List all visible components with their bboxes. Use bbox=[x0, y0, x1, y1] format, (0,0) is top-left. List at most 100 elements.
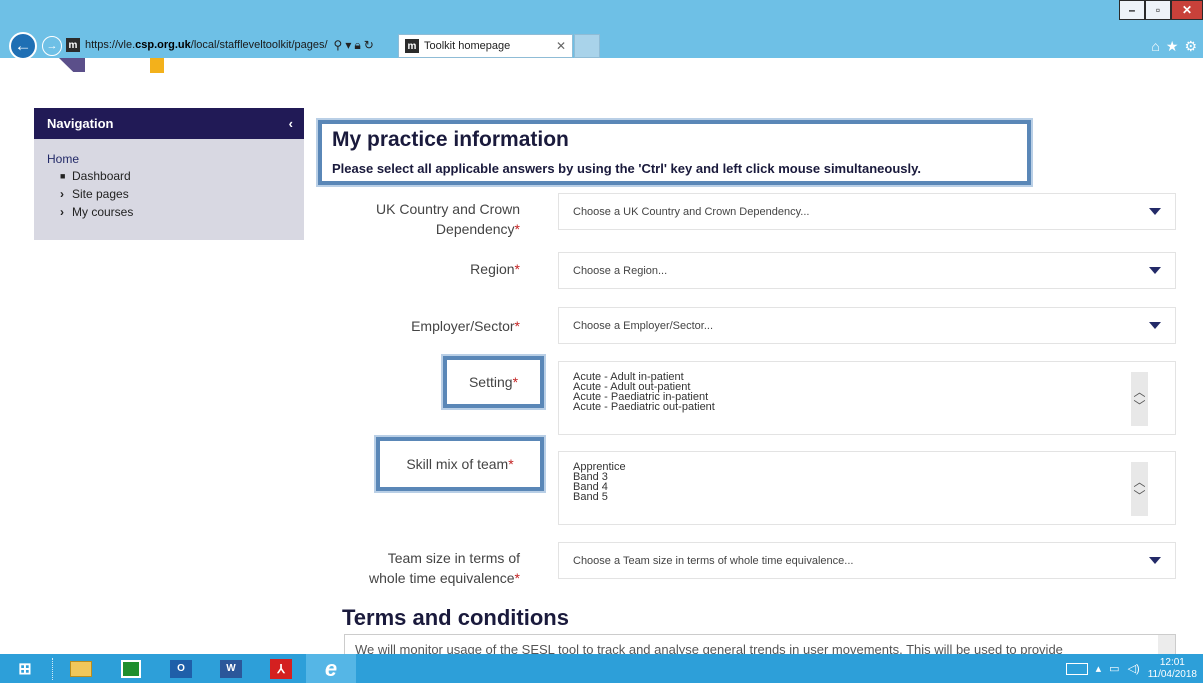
terms-textbox[interactable]: We will monitor usage of the SESL tool t… bbox=[344, 634, 1176, 654]
volume-icon[interactable]: ◁) bbox=[1128, 662, 1140, 675]
practice-info-heading-box: My practice information Please select al… bbox=[318, 120, 1031, 185]
nav-item-site-pages[interactable]: › Site pages bbox=[47, 185, 291, 203]
square-bullet-icon: ■ bbox=[60, 171, 66, 181]
acrobat-icon[interactable]: ⅄ bbox=[256, 654, 306, 683]
region-label-text: Region bbox=[470, 261, 515, 277]
navigation-header: Navigation ‹ bbox=[34, 108, 304, 139]
word-icon[interactable]: W bbox=[206, 654, 256, 683]
site-favicon-icon: m bbox=[66, 38, 80, 52]
region-placeholder: Choose a Region... bbox=[573, 264, 668, 277]
refresh-icon[interactable]: ↻ bbox=[364, 38, 374, 53]
store-icon[interactable] bbox=[106, 654, 156, 683]
instruction-text: Please select all applicable answers by … bbox=[332, 161, 921, 176]
country-label-line1: UK Country and Crown bbox=[376, 201, 520, 217]
chevron-up-icon[interactable]: ︿ bbox=[1133, 386, 1145, 398]
tab-title: Toolkit homepage bbox=[424, 40, 511, 52]
browser-tab[interactable]: m Toolkit homepage ✕ bbox=[398, 34, 573, 58]
team-size-label-line1: Team size in terms of bbox=[387, 550, 520, 566]
nav-home-link[interactable]: Home bbox=[47, 152, 291, 166]
required-marker: * bbox=[514, 261, 520, 277]
collapse-chevron-left-icon[interactable]: ‹ bbox=[289, 116, 293, 131]
region-label: Region* bbox=[330, 259, 520, 279]
keyboard-icon[interactable] bbox=[1065, 662, 1088, 675]
team-size-select[interactable]: Choose a Team size in terms of whole tim… bbox=[558, 542, 1176, 579]
country-label: UK Country and Crown Dependency* bbox=[330, 199, 520, 239]
new-tab-button[interactable] bbox=[574, 34, 600, 58]
back-arrow-icon[interactable]: ← bbox=[9, 32, 37, 60]
system-tray: ▴ ▭ ◁) 12:01 11/04/2018 bbox=[1065, 654, 1197, 683]
restore-icon[interactable]: ▫ bbox=[1145, 0, 1171, 20]
clock[interactable]: 12:01 11/04/2018 bbox=[1148, 657, 1197, 681]
network-icon[interactable]: ▭ bbox=[1109, 662, 1119, 675]
employer-label-text: Employer/Sector bbox=[411, 318, 515, 334]
taskbar-separator bbox=[52, 657, 54, 680]
skill-mix-option[interactable]: Apprentice bbox=[573, 462, 1161, 473]
tray-expand-icon[interactable]: ▴ bbox=[1096, 662, 1102, 675]
skill-mix-multiselect[interactable]: Apprentice Band 3 Band 4 Band 5 ︿ ﹀ bbox=[558, 451, 1176, 525]
nav-item-label: My courses bbox=[72, 205, 134, 219]
clock-date: 11/04/2018 bbox=[1147, 668, 1197, 680]
setting-multiselect[interactable]: Acute - Adult in-patient Acute - Adult o… bbox=[558, 361, 1176, 435]
navigation-title: Navigation bbox=[47, 116, 114, 131]
setting-label-text: Setting bbox=[468, 374, 513, 390]
search-icon[interactable]: ⚲ bbox=[334, 38, 343, 53]
skill-mix-label-highlight: Skill mix of team * bbox=[376, 437, 544, 491]
terms-scrollbar[interactable] bbox=[1158, 635, 1175, 654]
dropdown-caret-icon bbox=[1149, 557, 1161, 564]
settings-gear-icon[interactable]: ⚙ bbox=[1184, 38, 1197, 55]
internet-explorer-icon[interactable]: e bbox=[306, 654, 356, 683]
site-logo-fragment bbox=[59, 58, 85, 72]
country-label-line2: Dependency bbox=[435, 221, 515, 237]
team-size-label-line2: whole time equivalence bbox=[369, 570, 515, 586]
setting-option[interactable]: Acute - Paediatric out-patient bbox=[573, 402, 1161, 413]
chevron-down-icon[interactable]: ﹀ bbox=[1133, 400, 1145, 412]
setting-scrollbar[interactable]: ︿ ﹀ bbox=[1131, 372, 1148, 426]
address-bar[interactable]: m https://vle.csp.org.uk/local/staffleve… bbox=[66, 34, 396, 56]
required-marker: * bbox=[512, 374, 519, 390]
nav-item-label: Site pages bbox=[72, 187, 129, 201]
forward-arrow-icon[interactable]: → bbox=[42, 36, 62, 56]
lock-icon[interactable]: 🔒︎ bbox=[354, 38, 360, 53]
skill-mix-option[interactable]: Band 3 bbox=[573, 472, 1161, 483]
dropdown-caret-icon bbox=[1149, 322, 1161, 329]
tab-favicon-icon: m bbox=[405, 39, 419, 53]
required-marker: * bbox=[514, 318, 520, 334]
country-select[interactable]: Choose a UK Country and Crown Dependency… bbox=[558, 193, 1176, 230]
close-window-icon[interactable]: ✕ bbox=[1171, 0, 1203, 20]
start-windows-icon[interactable]: ⊞ bbox=[0, 654, 50, 683]
chevron-right-icon: › bbox=[60, 187, 64, 201]
minimize-icon[interactable]: – bbox=[1119, 0, 1145, 20]
chevron-down-icon[interactable]: ﹀ bbox=[1133, 490, 1145, 502]
close-tab-icon[interactable]: ✕ bbox=[556, 39, 566, 53]
employer-label: Employer/Sector* bbox=[330, 316, 520, 336]
team-size-label: Team size in terms of whole time equival… bbox=[330, 548, 520, 588]
required-marker: * bbox=[508, 456, 514, 472]
region-select[interactable]: Choose a Region... bbox=[558, 252, 1176, 289]
nav-item-my-courses[interactable]: › My courses bbox=[47, 203, 291, 221]
skill-mix-scrollbar[interactable]: ︿ ﹀ bbox=[1131, 462, 1148, 516]
file-explorer-icon[interactable] bbox=[56, 654, 106, 683]
chevron-right-icon: › bbox=[60, 205, 64, 219]
outlook-icon[interactable]: O bbox=[156, 654, 206, 683]
windows-taskbar: ⊞ O W ⅄ e ▴ ▭ ◁) 12:01 11/04/2018 bbox=[0, 654, 1203, 683]
nav-item-dashboard[interactable]: ■ Dashboard bbox=[47, 167, 291, 185]
chevron-up-icon[interactable]: ︿ bbox=[1133, 476, 1145, 488]
dropdown-icon[interactable]: ▾ bbox=[345, 38, 351, 53]
window-controls: – ▫ ✕ bbox=[1119, 0, 1203, 20]
employer-select[interactable]: Choose a Employer/Sector... bbox=[558, 307, 1176, 344]
team-size-placeholder: Choose a Team size in terms of whole tim… bbox=[573, 554, 854, 567]
favorites-star-icon[interactable]: ★ bbox=[1166, 38, 1179, 55]
page-title: My practice information bbox=[332, 128, 569, 151]
terms-text: We will monitor usage of the SESL tool t… bbox=[355, 642, 1063, 655]
skill-mix-option[interactable]: Band 5 bbox=[573, 492, 1161, 503]
skill-mix-option[interactable]: Band 4 bbox=[573, 482, 1161, 493]
navigation-block: Navigation ‹ Home ■ Dashboard › Site pag… bbox=[34, 108, 304, 240]
required-marker: * bbox=[514, 570, 520, 586]
dropdown-caret-icon bbox=[1149, 208, 1161, 215]
nav-item-label: Dashboard bbox=[72, 169, 131, 183]
clock-time: 12:01 bbox=[1159, 656, 1185, 668]
skill-mix-label-text: Skill mix of team bbox=[406, 456, 509, 472]
home-icon[interactable]: ⌂ bbox=[1151, 38, 1159, 55]
country-placeholder: Choose a UK Country and Crown Dependency… bbox=[573, 205, 810, 218]
required-marker: * bbox=[514, 221, 520, 237]
